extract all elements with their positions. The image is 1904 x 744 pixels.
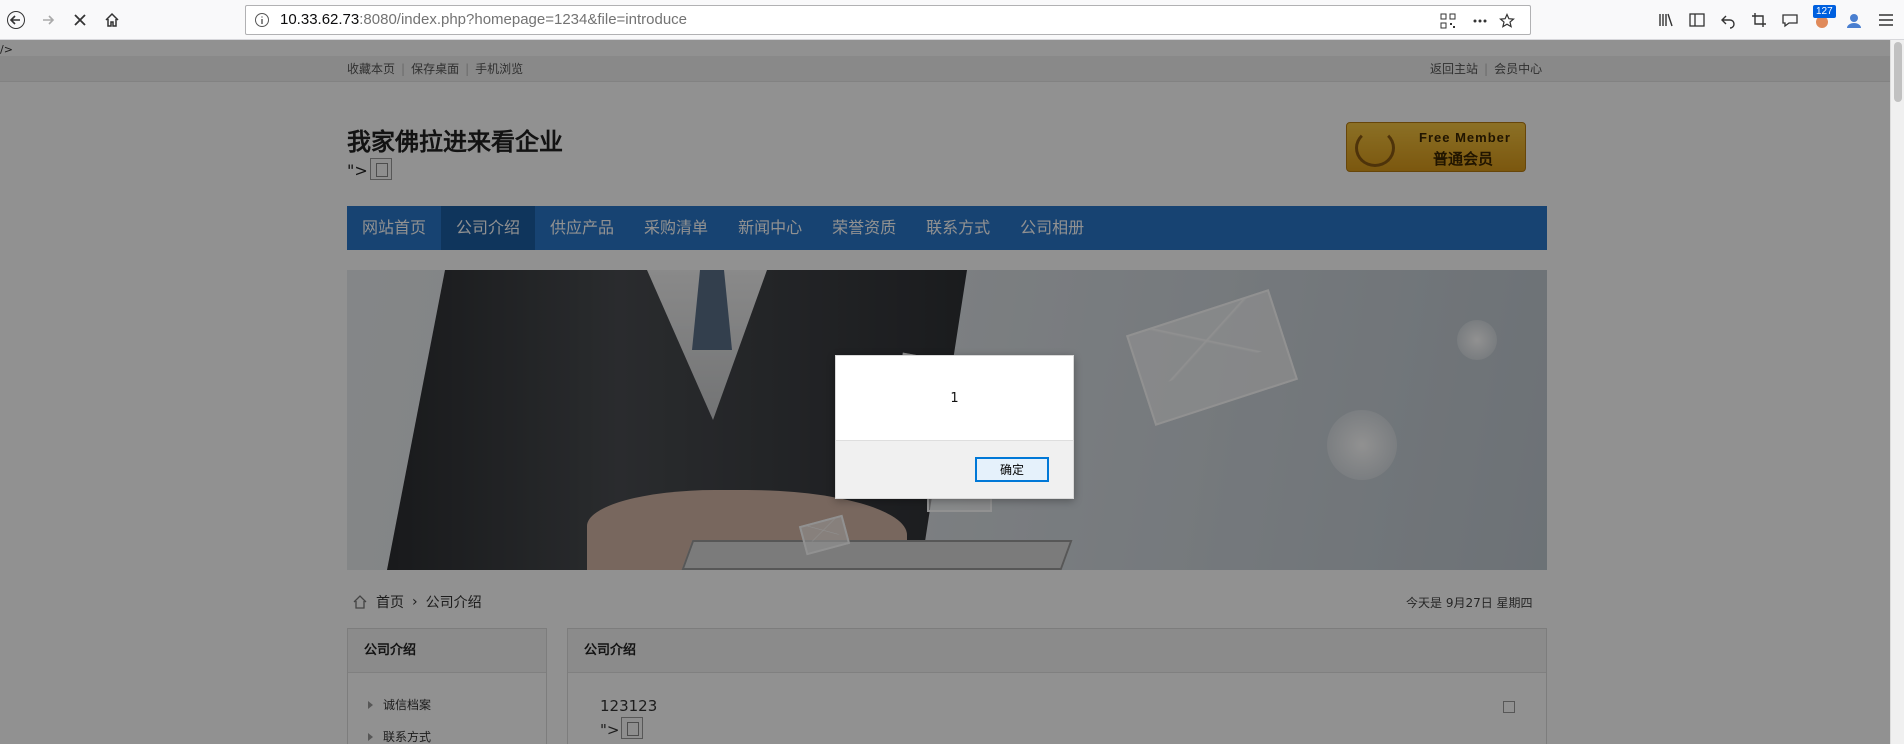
page-actions-icon[interactable] (1471, 12, 1489, 30)
url-text[interactable]: 10.33.62.73:8080/index.php?homepage=1234… (280, 11, 687, 28)
notification-badge: 127 (1813, 5, 1836, 18)
menu-hamburger-icon[interactable] (1876, 10, 1896, 30)
alert-message: 1 (950, 390, 959, 406)
url-host: 10.33.62.73 (280, 11, 360, 28)
url-path: :8080/index.php?homepage=1234&file=intro… (359, 11, 688, 28)
alert-footer: 确定 (836, 440, 1073, 498)
back-button[interactable] (2, 6, 30, 34)
library-icon[interactable] (1656, 10, 1676, 30)
profile-icon[interactable] (1844, 10, 1864, 30)
chat-bubble-icon[interactable] (1780, 10, 1800, 30)
browser-toolbar: 10.33.62.73:8080/index.php?homepage=1234… (0, 0, 1904, 40)
forward-button[interactable] (34, 6, 62, 34)
home-button[interactable] (98, 6, 126, 34)
sidebar-icon[interactable] (1687, 10, 1707, 30)
home-icon (105, 12, 119, 27)
qr-code-icon[interactable] (1439, 12, 1457, 30)
bookmark-star-icon[interactable] (1498, 12, 1516, 30)
back-arrow-icon (7, 11, 25, 29)
close-icon (74, 14, 86, 26)
ok-button[interactable]: 确定 (975, 457, 1049, 482)
screenshot-crop-icon[interactable] (1749, 10, 1769, 30)
web-page: /> 收藏本页 | 保存桌面 | 手机浏览 返回主站 | 会员中心 我家佛拉进来看企业 ">… (0, 40, 1904, 744)
address-bar[interactable]: 10.33.62.73:8080/index.php?homepage=1234… (245, 5, 1531, 35)
undo-icon[interactable] (1718, 10, 1738, 30)
page-scrollbar[interactable] (1890, 40, 1904, 744)
info-icon[interactable] (254, 12, 270, 28)
alert-dialog: 1 确定 (835, 355, 1074, 499)
scrollbar-thumb[interactable] (1894, 42, 1902, 102)
stop-button[interactable] (66, 6, 94, 34)
forward-arrow-icon (43, 15, 55, 25)
